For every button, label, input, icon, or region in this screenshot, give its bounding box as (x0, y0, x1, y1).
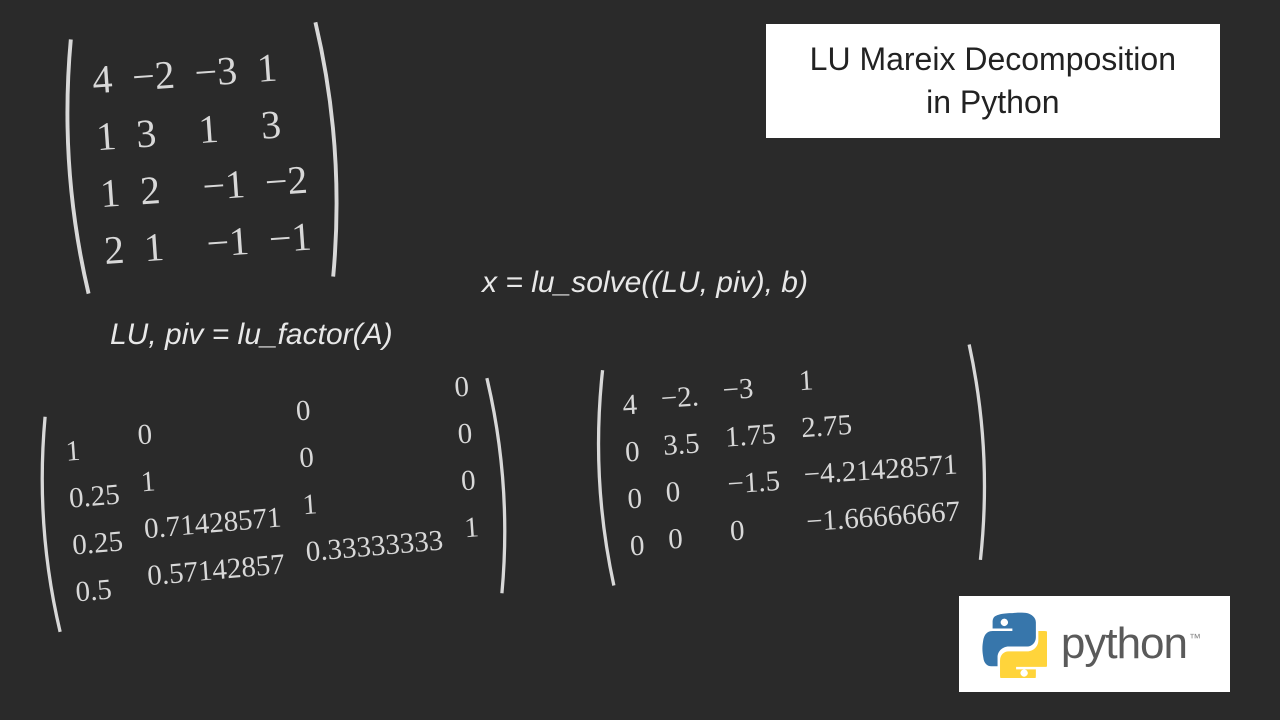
slide-title: LU Mareix Decomposition in Python (766, 24, 1220, 138)
matrix-l-cells: 1000 0.25100 0.250.7142857110 0.50.57142… (47, 376, 499, 634)
code-lu-factor: LU, piv = lu_factor(A) (110, 318, 393, 352)
title-line-2: in Python (810, 81, 1176, 124)
title-line-1: LU Mareix Decomposition (810, 38, 1176, 81)
matrix-l: 1000 0.25100 0.250.7142857110 0.50.57142… (25, 374, 521, 636)
python-logo-text: python™ (1061, 619, 1200, 669)
code-lu-solve: x = lu_solve((LU, piv), b) (482, 266, 808, 300)
python-logo-box: python™ (959, 596, 1230, 692)
matrix-u: 4−2.−31 03.51.752.75 00−1.5−4.21428571 0… (583, 341, 1001, 589)
matrix-a-cells: 4−2−31 1313 12−1−2 21−1−1 (73, 20, 330, 296)
matrix-a: 4−2−31 1313 12−1−2 21−1−1 (47, 18, 356, 298)
matrix-u-cells: 4−2.−31 03.51.752.75 00−1.5−4.21428571 0… (605, 342, 979, 587)
python-logo-icon (979, 610, 1047, 678)
